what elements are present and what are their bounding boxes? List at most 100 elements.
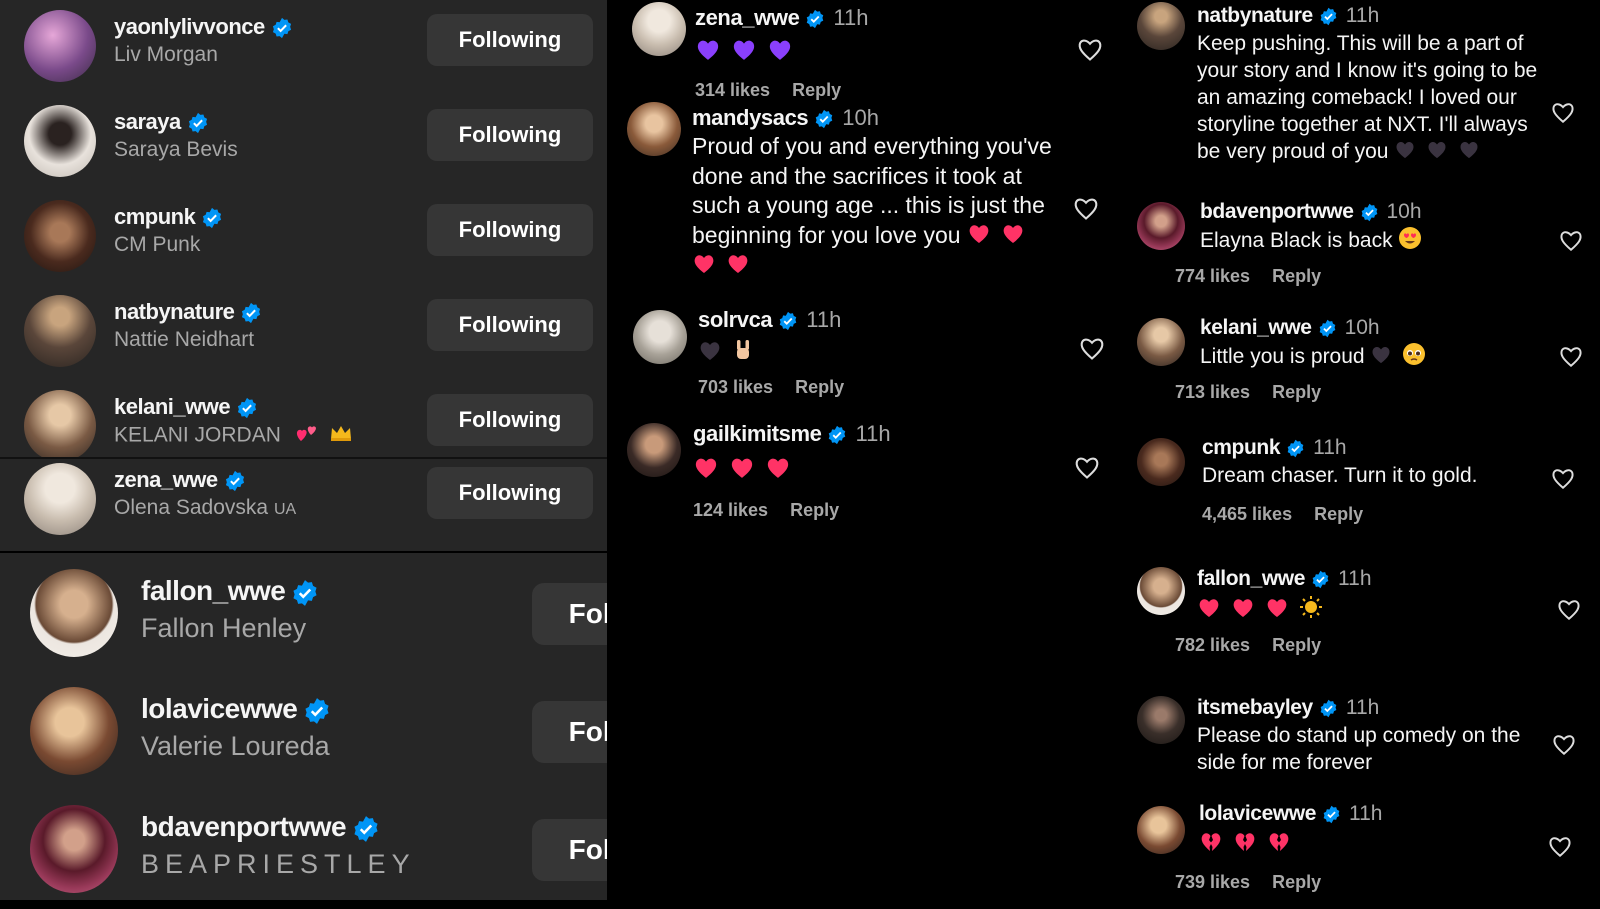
username[interactable]: zena_wwe [114, 467, 246, 493]
following-row[interactable]: natbynature Nattie Neidhart Following [0, 285, 607, 377]
following-row[interactable]: cmpunk CM Punk Following [0, 190, 607, 282]
comment: natbynature 11h Keep pushing. This will b… [1115, 0, 1600, 195]
verified-badge-icon [352, 815, 380, 843]
comment-username[interactable]: cmpunk [1202, 436, 1281, 459]
reply-button[interactable]: Reply [1272, 382, 1321, 402]
avatar[interactable] [24, 390, 96, 462]
username[interactable]: saraya [114, 109, 209, 135]
like-count[interactable]: 124 likes [693, 500, 768, 520]
username[interactable]: cmpunk [114, 204, 223, 230]
avatar[interactable] [1137, 806, 1185, 854]
like-heart-icon[interactable] [1556, 597, 1582, 621]
comment-emojis [693, 454, 795, 486]
like-heart-icon[interactable] [1558, 228, 1584, 252]
reply-button[interactable]: Reply [792, 80, 841, 100]
comment-username[interactable]: zena_wwe [695, 5, 800, 30]
red-heart-emoji [1197, 596, 1221, 625]
like-count[interactable]: 739 likes [1175, 872, 1250, 892]
like-heart-icon[interactable] [1072, 195, 1100, 221]
following-row[interactable]: zena_wwe Olena Sadovska UA Following [0, 457, 607, 551]
avatar[interactable] [627, 102, 681, 156]
comment-username[interactable]: itsmebayley [1197, 696, 1313, 719]
comment-text: Proud of you and everything you've done … [692, 132, 1062, 282]
reply-button[interactable]: Reply [1314, 504, 1363, 524]
avatar[interactable] [30, 569, 118, 657]
avatar[interactable] [627, 423, 681, 477]
like-count[interactable]: 782 likes [1175, 635, 1250, 655]
username[interactable]: kelani_wwe [114, 394, 258, 420]
comment-username[interactable]: natbynature [1197, 4, 1313, 27]
comment-meta: 713 likes Reply [1175, 382, 1321, 403]
comment-username[interactable]: lolavicewwe [1199, 802, 1316, 825]
reply-button[interactable]: Reply [795, 377, 844, 397]
red-heart-emoji [765, 455, 791, 486]
avatar[interactable] [1137, 696, 1185, 744]
reply-button[interactable]: Reply [1272, 266, 1321, 286]
following-button[interactable]: Following [427, 467, 593, 519]
like-heart-icon[interactable] [1558, 344, 1584, 368]
comment-username[interactable]: fallon_wwe [1197, 567, 1305, 590]
verified-badge-icon [201, 207, 223, 229]
avatar[interactable] [24, 295, 96, 367]
like-count[interactable]: 4,465 likes [1202, 504, 1292, 524]
like-count[interactable]: 774 likes [1175, 266, 1250, 286]
full-name: KELANI JORDAN [114, 423, 357, 449]
full-name: Saraya Bevis [114, 138, 238, 161]
avatar[interactable] [30, 687, 118, 775]
heart-eyes-emoji [1398, 226, 1422, 257]
following-button[interactable]: Following [427, 394, 593, 446]
following-button[interactable]: Following [427, 109, 593, 161]
reply-button[interactable]: Reply [790, 500, 839, 520]
reply-button[interactable]: Reply [1272, 635, 1321, 655]
comment-username[interactable]: kelani_wwe [1200, 316, 1312, 339]
avatar[interactable] [633, 310, 687, 364]
like-heart-icon[interactable] [1547, 834, 1573, 858]
avatar[interactable] [24, 105, 96, 177]
avatar[interactable] [24, 463, 96, 535]
like-count[interactable]: 314 likes [695, 80, 770, 100]
avatar[interactable] [1137, 438, 1185, 486]
pleading-face-emoji [1402, 342, 1426, 373]
like-count[interactable]: 713 likes [1175, 382, 1250, 402]
like-heart-icon[interactable] [1076, 36, 1104, 62]
like-heart-icon[interactable] [1073, 454, 1101, 480]
avatar[interactable] [1137, 567, 1185, 615]
like-heart-icon[interactable] [1551, 732, 1577, 756]
comment-emojis [695, 36, 797, 68]
avatar[interactable] [1137, 2, 1185, 50]
avatar[interactable] [24, 200, 96, 272]
like-count[interactable]: 703 likes [698, 377, 773, 397]
comment-username[interactable]: mandysacs [692, 105, 809, 130]
comment-username[interactable]: gailkimitsme [693, 421, 822, 446]
following-row[interactable]: yaonlylivvonce Liv Morgan Following [0, 0, 607, 92]
comment-username[interactable]: bdavenportwwe [1200, 200, 1354, 223]
avatar[interactable] [632, 2, 686, 56]
comment-time: 11h [833, 5, 869, 30]
avatar[interactable] [1137, 202, 1185, 250]
like-heart-icon[interactable] [1550, 100, 1576, 124]
like-heart-icon[interactable] [1550, 466, 1576, 490]
comment-emojis [698, 337, 758, 369]
verified-badge-icon [303, 697, 331, 725]
following-button[interactable]: Following [427, 14, 593, 66]
avatar[interactable] [30, 805, 118, 893]
reply-button[interactable]: Reply [1272, 872, 1321, 892]
full-name: BEAPRIESTLEY [141, 849, 416, 879]
username[interactable]: fallon_wwe [141, 575, 319, 607]
username[interactable]: natbynature [114, 299, 262, 325]
comment: zena_wwe 11h 314 likes Reply [607, 0, 1107, 100]
avatar[interactable] [24, 10, 96, 82]
username[interactable]: lolavicewwe [141, 693, 331, 725]
username[interactable]: yaonlylivvonce [114, 14, 293, 40]
following-button[interactable]: Following [427, 299, 593, 351]
username[interactable]: bdavenportwwe [141, 811, 380, 843]
following-button[interactable]: Following [427, 204, 593, 256]
comments-column-right: natbynature 11h Keep pushing. This will b… [1115, 0, 1600, 900]
comment-meta: 124 likes Reply [693, 500, 839, 521]
following-row[interactable]: saraya Saraya Bevis Following [0, 95, 607, 187]
comment-username[interactable]: solrvca [698, 307, 773, 332]
avatar[interactable] [1137, 318, 1185, 366]
like-heart-icon[interactable] [1078, 335, 1106, 361]
comment-emojis [1199, 830, 1295, 859]
red-heart-emoji [1001, 222, 1025, 252]
